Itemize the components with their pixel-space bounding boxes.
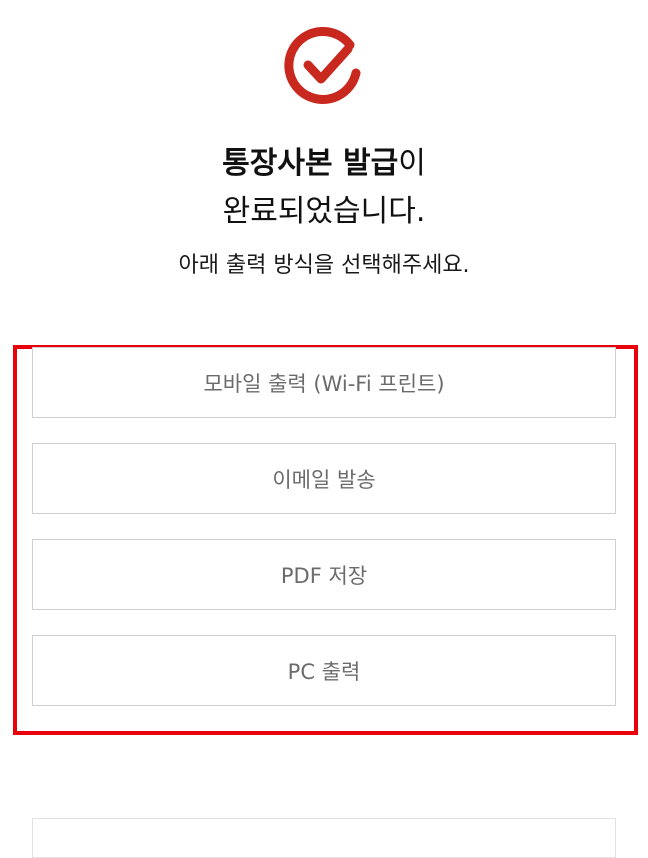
pdf-save-button[interactable]: PDF 저장	[32, 539, 616, 610]
pc-print-button[interactable]: PC 출력	[32, 635, 616, 706]
page-title-line2: 완료되었습니다.	[222, 194, 426, 229]
mobile-print-button[interactable]: 모바일 출력 (Wi-Fi 프린트)	[32, 347, 616, 418]
email-send-button[interactable]: 이메일 발송	[32, 443, 616, 514]
check-circle-icon	[284, 27, 361, 104]
bottom-button[interactable]	[32, 818, 616, 858]
title-bold: 통장사본 발급	[222, 146, 399, 181]
page-title: 통장사본 발급이	[0, 142, 648, 186]
title-suffix: 이	[398, 146, 426, 181]
subtitle: 아래 출력 방식을 선택해주세요.	[178, 253, 470, 278]
